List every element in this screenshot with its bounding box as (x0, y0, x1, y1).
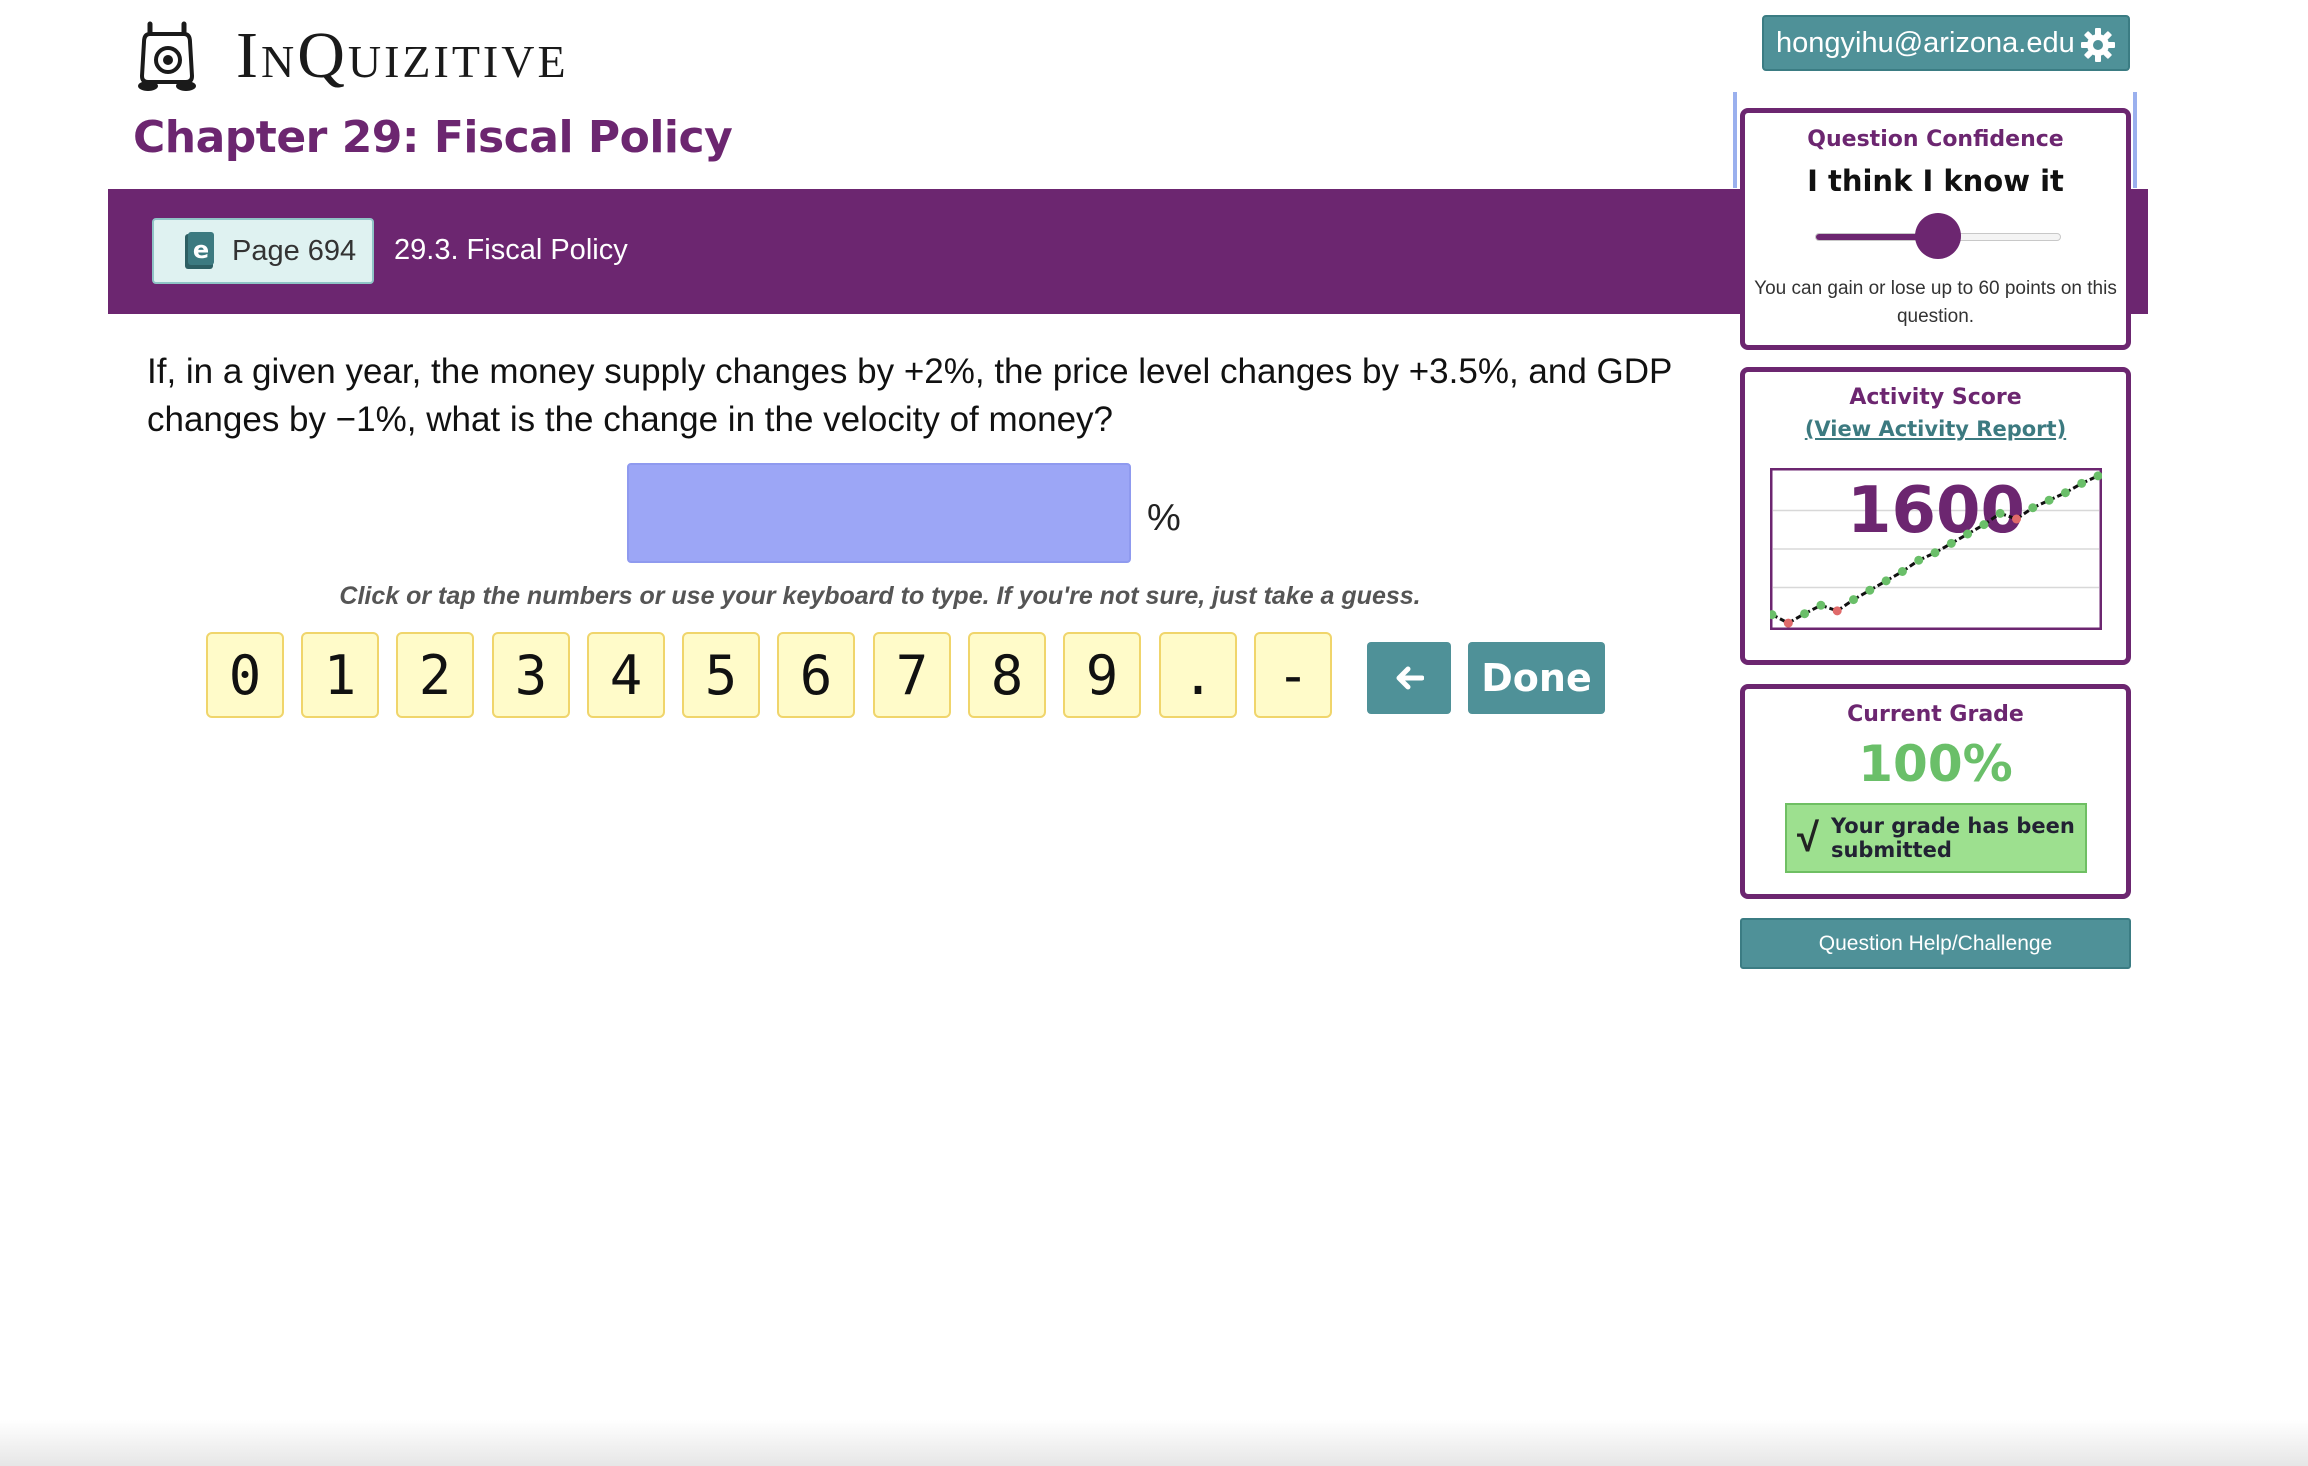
activity-chart: 1600 (1770, 468, 2102, 630)
view-activity-report-link[interactable]: (View Activity Report) (1805, 417, 2066, 441)
key-1-button[interactable]: 1 (301, 632, 379, 718)
incorrect-answer-point (1832, 606, 1842, 616)
unit-label: % (1147, 497, 1181, 539)
key-3-button[interactable]: 3 (492, 632, 570, 718)
correct-answer-point (1897, 567, 1907, 576)
page-label: Page 694 (232, 234, 357, 267)
inquizitive-logo: InQuizitive (128, 20, 569, 92)
grade-title: Current Grade (1847, 702, 2024, 727)
correct-answer-point (2077, 478, 2087, 488)
grade-submitted-text: Your grade has been submitted (1830, 814, 2075, 862)
activity-score-panel: Activity Score (View Activity Report) 16… (1740, 367, 2131, 665)
confidence-value: I think I know it (1807, 164, 2064, 198)
correct-answer-point (1800, 609, 1810, 619)
done-button[interactable]: Done (1468, 642, 1605, 714)
correct-answer-point (1963, 529, 1973, 539)
check-icon: √ (1797, 815, 1819, 860)
key-8-button[interactable]: 8 (968, 632, 1046, 718)
correct-answer-point (1995, 508, 2005, 518)
confidence-panel: Question Confidence I think I know it Yo… (1740, 108, 2131, 350)
gear-icon (2081, 28, 2115, 62)
key-6-button[interactable]: 6 (777, 632, 855, 718)
backspace-button[interactable] (1367, 642, 1451, 714)
correct-answer-point (1865, 585, 1875, 595)
correct-answer-point (2044, 495, 2054, 505)
key-minus-button[interactable]: - (1254, 632, 1332, 718)
svg-text:e: e (193, 236, 209, 264)
confidence-accent-left (1733, 92, 1737, 188)
confidence-title: Question Confidence (1807, 127, 2064, 152)
user-account-button[interactable]: hongyihu@arizona.edu (1762, 15, 2130, 71)
ebook-page-button[interactable]: e Page 694 (152, 218, 374, 284)
current-grade-panel: Current Grade 100% √ Your grade has been… (1740, 684, 2131, 899)
correct-answer-point (1946, 538, 1956, 548)
key-5-button[interactable]: 5 (682, 632, 760, 718)
instruction-text: Click or tap the numbers or use your key… (339, 582, 1421, 610)
incorrect-answer-point (1783, 618, 1793, 628)
confidence-note: You can gain or lose up to 60 points on … (1754, 278, 2117, 327)
bottom-fade (0, 1420, 2308, 1466)
arrow-left-icon (1396, 666, 1424, 690)
user-email: hongyihu@arizona.edu (1776, 26, 2075, 59)
logo-text: InQuizitive (236, 19, 569, 92)
key-4-button[interactable]: 4 (587, 632, 665, 718)
confidence-accent-right (2133, 92, 2137, 188)
correct-answer-point (1979, 520, 1989, 530)
question-text: If, in a given year, the money supply ch… (147, 352, 1672, 439)
incorrect-answer-point (2012, 514, 2021, 524)
chapter-title: Chapter 29: Fiscal Policy (133, 112, 733, 163)
section-label: 29.3. Fiscal Policy (394, 234, 628, 266)
ebook-icon: e (185, 232, 214, 269)
key-9-button[interactable]: 9 (1063, 632, 1141, 718)
activity-title: Activity Score (1849, 385, 2022, 410)
answer-input[interactable] (627, 463, 1131, 563)
confidence-slider[interactable] (1815, 213, 2061, 259)
correct-answer-point (1849, 595, 1858, 605)
correct-answer-point (2028, 503, 2038, 513)
grade-submitted-badge: √ Your grade has been submitted (1785, 803, 2087, 873)
key-0-button[interactable]: 0 (206, 632, 284, 718)
grade-value: 100% (1858, 735, 2013, 793)
question-help-button[interactable]: Question Help/Challenge (1740, 918, 2131, 969)
key-2-button[interactable]: 2 (396, 632, 474, 718)
correct-answer-point (1816, 600, 1826, 610)
key-7-button[interactable]: 7 (873, 632, 951, 718)
confidence-slider-thumb[interactable] (1915, 213, 1961, 259)
correct-answer-point (2060, 488, 2070, 498)
correct-answer-point (1881, 576, 1891, 586)
correct-answer-point (1930, 548, 1940, 558)
correct-answer-point (1914, 555, 1924, 565)
key-decimal-button[interactable]: . (1159, 632, 1237, 718)
mascot-logo-icon (138, 21, 196, 91)
